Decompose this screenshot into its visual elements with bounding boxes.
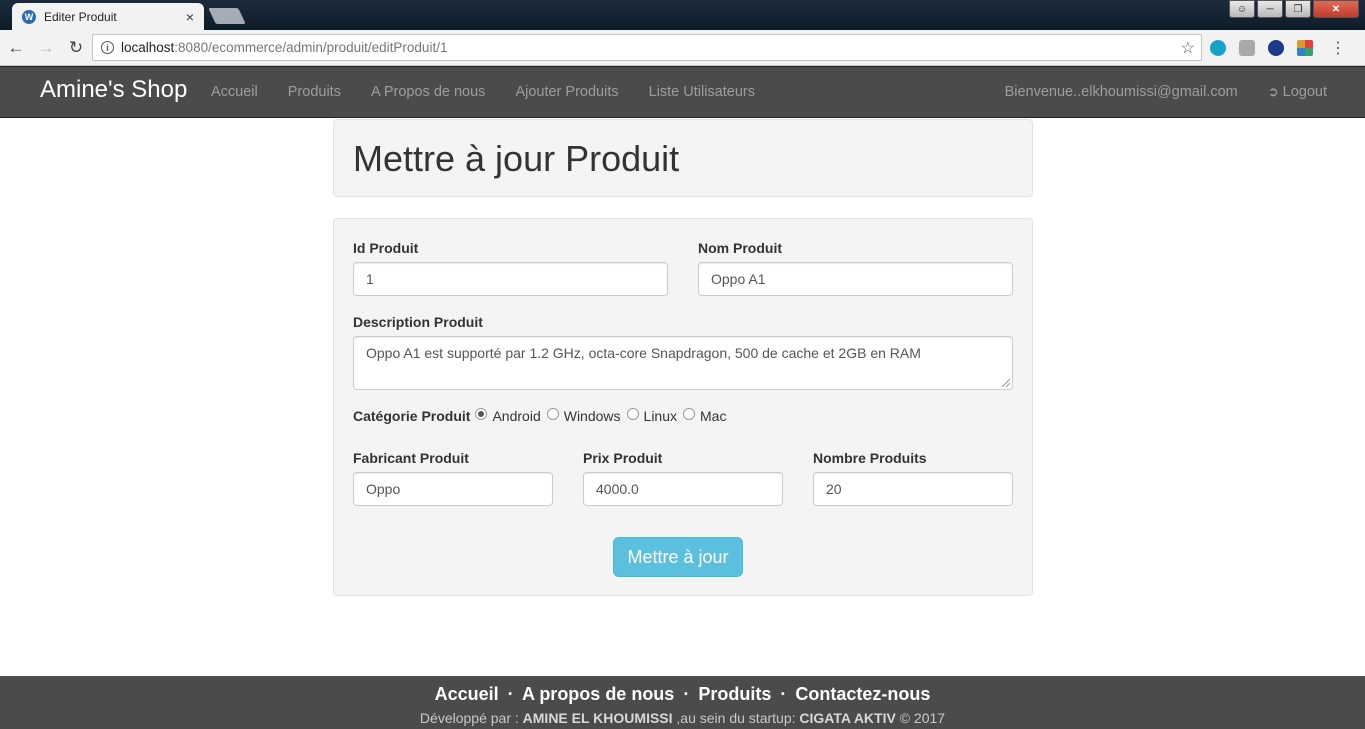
info-icon[interactable]: i (101, 41, 114, 54)
site-navbar: Amine's Shop Accueil Produits A Propos d… (0, 66, 1365, 118)
tab-close-icon[interactable]: × (186, 9, 194, 25)
logout-link[interactable]: ➲ Logout (1268, 84, 1327, 100)
browser-menu-icon[interactable]: ⋮ (1330, 38, 1346, 58)
radio-mac-label: Mac (700, 408, 727, 424)
categorie-radio-group: Catégorie Produit Android Windows Linux … (353, 408, 730, 424)
minimize-icon[interactable]: ─ (1257, 0, 1283, 18)
prix-input[interactable]: 4000.0 (583, 472, 783, 506)
description-textarea[interactable]: Oppo A1 est supporté par 1.2 GHz, octa-c… (353, 336, 1013, 390)
url-host: localhost (121, 40, 175, 55)
edit-product-form: Id Produit 1 Nom Produit Oppo A1 Descrip… (333, 218, 1033, 596)
maximize-icon[interactable]: ❐ (1285, 0, 1311, 18)
radio-windows-label: Windows (563, 408, 621, 424)
extension-globe-icon[interactable] (1268, 40, 1284, 56)
id-produit-input[interactable]: 1 (353, 262, 668, 296)
radio-mac[interactable] (683, 408, 695, 420)
credit-prefix: Développé par : (419, 710, 523, 726)
nombre-input[interactable]: 20 (813, 472, 1013, 506)
resize-handle-icon[interactable] (1002, 379, 1010, 387)
extensions: ⋮ (1210, 38, 1346, 58)
id-produit-label: Id Produit (353, 240, 419, 256)
site-footer: Accueil · A propos de nous · Produits · … (0, 676, 1365, 729)
footer-links: Accueil · A propos de nous · Produits · … (0, 684, 1365, 705)
logout-icon: ➲ (1267, 84, 1279, 99)
window-controls: ☺ ─ ❐ ✕ (1229, 0, 1359, 18)
url-path: :8080/ecommerce/admin/produit/editProdui… (174, 40, 448, 55)
footer-link-accueil[interactable]: Accueil (435, 684, 499, 704)
credit-company: CIGATA AKTIV (799, 710, 896, 726)
page-title: Mettre à jour Produit (353, 138, 680, 179)
footer-link-a-propos[interactable]: A propos de nous (522, 684, 674, 704)
browser-tab[interactable]: W Editer Produit × (12, 3, 204, 30)
footer-separator: · (683, 684, 690, 704)
welcome-user[interactable]: Bienvenue..elkhoumissi@gmail.com (1005, 84, 1238, 100)
brand-logo[interactable]: Amine's Shop (40, 76, 187, 104)
close-window-icon[interactable]: ✕ (1313, 0, 1359, 18)
reload-icon[interactable]: ↻ (62, 34, 90, 62)
nav-accueil[interactable]: Accueil (196, 84, 273, 100)
nav-liste-utilisateurs[interactable]: Liste Utilisateurs (634, 84, 770, 100)
tab-title: Editer Produit (44, 9, 117, 24)
description-text: Oppo A1 est supporté par 1.2 GHz, octa-c… (366, 345, 921, 361)
nom-produit-input[interactable]: Oppo A1 (698, 262, 1013, 296)
address-bar[interactable]: i localhost:8080/ecommerce/admin/produit… (92, 34, 1202, 61)
back-icon[interactable]: ← (2, 34, 30, 62)
fabricant-input[interactable]: Oppo (353, 472, 553, 506)
bookmark-star-icon[interactable]: ☆ (1181, 38, 1195, 58)
grammarly-icon[interactable] (1210, 40, 1226, 56)
footer-credit: Développé par : AMINE EL KHOUMISSI ,au s… (0, 710, 1365, 726)
browser-tabstrip: W Editer Produit × ☺ ─ ❐ ✕ (0, 0, 1365, 30)
categorie-label: Catégorie Produit (353, 408, 471, 424)
update-button[interactable]: Mettre à jour (613, 537, 743, 577)
radio-android[interactable] (475, 408, 488, 420)
profile-icon[interactable]: ☺ (1229, 0, 1255, 18)
credit-suffix: © 2017 (895, 710, 946, 726)
prix-label: Prix Produit (583, 450, 663, 466)
nav-links: Accueil Produits A Propos de nous Ajoute… (196, 67, 770, 117)
logout-label: Logout (1282, 84, 1327, 100)
forward-icon[interactable]: → (32, 34, 60, 62)
nav-ajouter-produits[interactable]: Ajouter Produits (500, 84, 633, 100)
radio-android-label: Android (492, 408, 541, 424)
new-tab-button[interactable] (208, 8, 246, 24)
nom-produit-label: Nom Produit (698, 240, 782, 256)
credit-middle: ,au sein du startup: (672, 710, 800, 726)
radio-linux-label: Linux (643, 408, 677, 424)
credit-author: AMINE EL KHOUMISSI (522, 710, 673, 726)
footer-separator: · (780, 684, 787, 704)
nav-produits[interactable]: Produits (273, 84, 356, 100)
page-header: Mettre à jour Produit (333, 119, 1033, 197)
extension-cube-icon[interactable] (1239, 40, 1255, 56)
footer-separator: · (507, 684, 514, 704)
footer-link-produits[interactable]: Produits (698, 684, 771, 704)
nombre-label: Nombre Produits (813, 450, 927, 466)
fabricant-label: Fabricant Produit (353, 450, 469, 466)
nav-a-propos[interactable]: A Propos de nous (356, 84, 500, 100)
footer-link-contact[interactable]: Contactez-nous (795, 684, 930, 704)
favicon-icon: W (22, 9, 36, 24)
browser-toolbar: ← → ↻ i localhost:8080/ecommerce/admin/p… (0, 30, 1365, 66)
nav-right: Bienvenue..elkhoumissi@gmail.com ➲ Logou… (1005, 67, 1327, 117)
extension-grid-icon[interactable] (1297, 40, 1313, 56)
radio-linux[interactable] (626, 408, 639, 420)
radio-windows[interactable] (546, 408, 559, 420)
description-label: Description Produit (353, 314, 483, 330)
